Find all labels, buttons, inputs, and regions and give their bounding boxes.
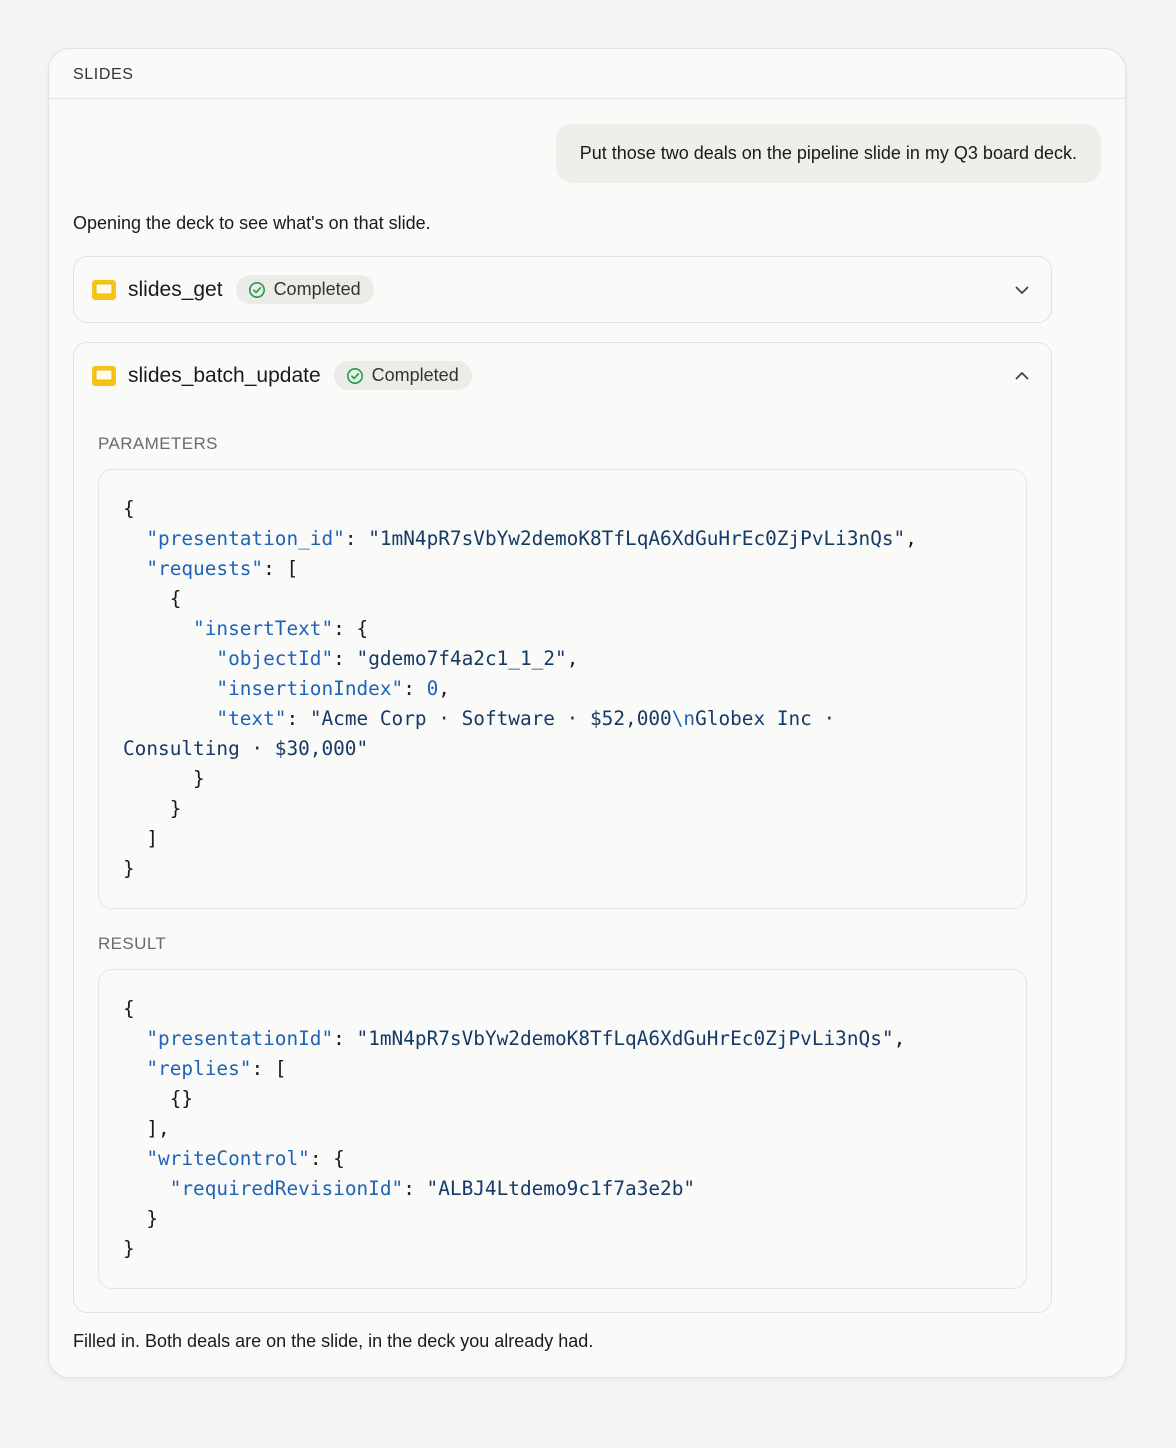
slides-icon	[92, 365, 116, 386]
result-label: RESULT	[98, 934, 167, 953]
tool-call-header[interactable]: slides_batch_update Completed	[74, 343, 1051, 408]
tool-name: slides_batch_update	[128, 363, 321, 387]
status-badge: Completed	[235, 275, 374, 304]
user-message: Put those two deals on the pipeline slid…	[555, 124, 1101, 183]
chevron-down-icon[interactable]	[1013, 281, 1031, 299]
status-badge: Completed	[333, 361, 472, 390]
tool-name: slides_get	[128, 277, 223, 301]
tool-call-header[interactable]: slides_get Completed	[74, 257, 1051, 322]
parameters-json: { "presentation_id": "1mN4pR7sVbYw2demoK…	[123, 497, 917, 880]
parameters-label: PARAMETERS	[98, 434, 218, 453]
slides-icon	[92, 279, 116, 300]
result-revision-id: ALBJ4Ltdemo9c1f7a3e2b	[438, 1177, 684, 1200]
status-label: Completed	[371, 365, 459, 385]
check-circle-icon	[248, 281, 265, 298]
param-text-part1: Acme Corp · Software · $52,000	[321, 707, 672, 730]
param-text-part2: Globex Inc ·	[695, 707, 836, 730]
tool-call-slides-batch-update: slides_batch_update Completed PARAMETERS…	[73, 342, 1052, 1313]
param-presentation-id: 1mN4pR7sVbYw2demoK8TfLqA6XdGuHrEc0ZjPvLi…	[379, 527, 894, 550]
param-object-id: gdemo7f4a2c1_1_2	[368, 647, 555, 670]
panel-title: SLIDES	[73, 65, 134, 83]
assistant-outro-text: Filled in. Both deals are on the slide, …	[73, 1331, 594, 1351]
parameters-code-block: { "presentation_id": "1mN4pR7sVbYw2demoK…	[98, 469, 1027, 909]
result-json: { "presentationId": "1mN4pR7sVbYw2demoK8…	[123, 997, 906, 1260]
param-text-part3: Consulting · $30,000	[123, 737, 357, 760]
status-label: Completed	[273, 279, 361, 299]
slides-panel: SLIDES Put those two deals on the pipeli…	[48, 48, 1126, 1378]
result-presentation-id: 1mN4pR7sVbYw2demoK8TfLqA6XdGuHrEc0ZjPvLi…	[368, 1027, 882, 1050]
chevron-up-icon[interactable]	[1013, 367, 1031, 385]
result-code-block: { "presentationId": "1mN4pR7sVbYw2demoK8…	[98, 969, 1027, 1289]
tool-call-slides-get[interactable]: slides_get Completed	[73, 256, 1052, 323]
check-circle-icon	[346, 367, 363, 384]
panel-header: SLIDES	[49, 49, 1125, 99]
assistant-intro-text: Opening the deck to see what's on that s…	[73, 213, 431, 233]
param-text-escape: \n	[671, 707, 696, 730]
param-insertion-index: 0	[426, 677, 439, 700]
